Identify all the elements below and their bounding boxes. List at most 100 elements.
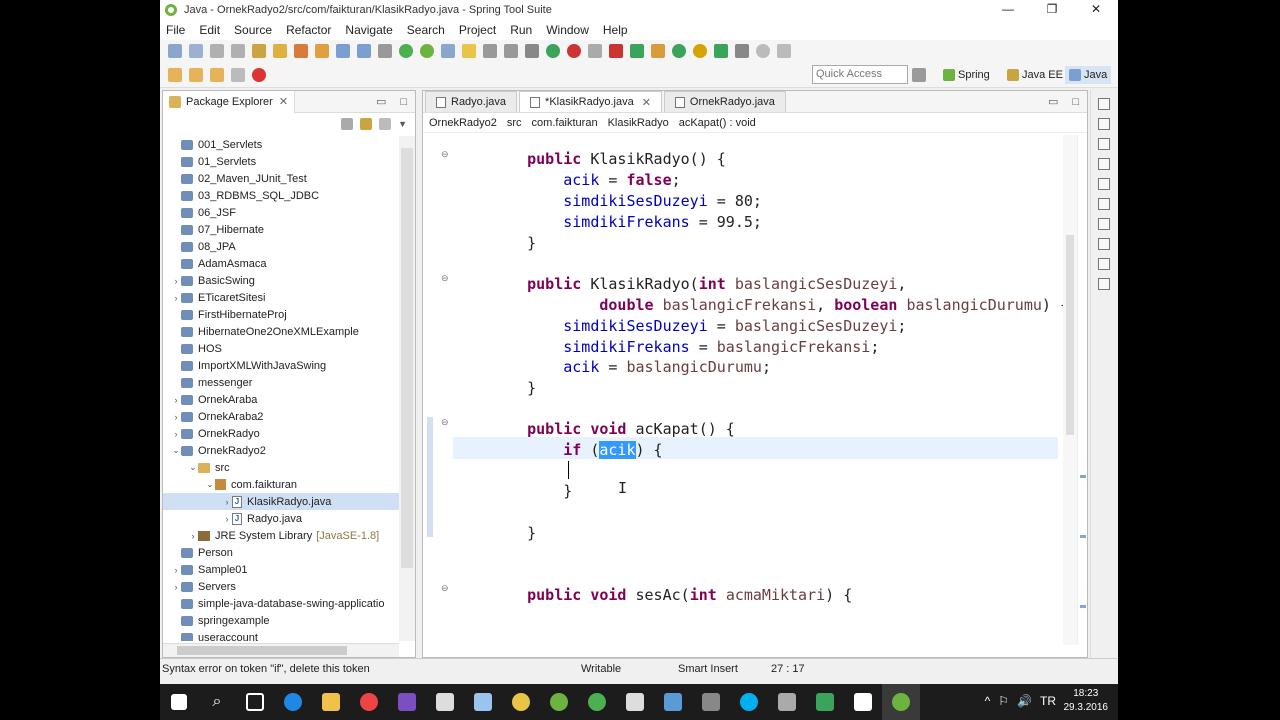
tree-item[interactable]: 02_Maven_JUnit_Test bbox=[163, 170, 399, 187]
occurrence-mark[interactable] bbox=[1080, 475, 1086, 478]
volume-icon[interactable]: 🔊 bbox=[1017, 694, 1032, 708]
menu-refactor[interactable]: Refactor bbox=[286, 23, 331, 37]
outline-icon[interactable] bbox=[1097, 118, 1110, 130]
tree-item[interactable]: › J Radyo.java bbox=[163, 510, 399, 527]
close-button[interactable]: ✕ bbox=[1074, 0, 1118, 20]
menu-search[interactable]: Search bbox=[407, 23, 445, 37]
editor-vertical-scrollbar[interactable] bbox=[1063, 135, 1077, 645]
progress-icon[interactable] bbox=[1097, 218, 1110, 230]
breadcrumb-project[interactable]: OrnekRadyo2 bbox=[429, 117, 497, 129]
tree-item[interactable]: › ETicaretSitesi bbox=[163, 289, 399, 306]
open-perspective-icon[interactable] bbox=[912, 68, 926, 82]
minimize-view-icon[interactable]: ▭ bbox=[1048, 95, 1058, 108]
link-with-editor-icon[interactable] bbox=[360, 118, 373, 130]
tree-item[interactable]: ⌄ com.faikturan bbox=[163, 476, 399, 493]
settings-icon[interactable] bbox=[735, 44, 749, 58]
tree-item[interactable]: AdamAsmaca bbox=[163, 255, 399, 272]
terminal-icon[interactable] bbox=[336, 44, 350, 58]
new-icon[interactable] bbox=[168, 44, 182, 58]
run-icon[interactable] bbox=[546, 44, 560, 58]
whitespace-icon[interactable] bbox=[504, 44, 518, 58]
tree-item[interactable]: 06_JSF bbox=[163, 204, 399, 221]
tree-item[interactable]: ⌄ src bbox=[163, 459, 399, 476]
breadcrumb-folder[interactable]: src bbox=[507, 117, 522, 129]
chevron-right-icon[interactable]: › bbox=[171, 565, 181, 575]
chevron-right-icon[interactable]: › bbox=[171, 582, 181, 592]
tree-item[interactable]: useraccount bbox=[163, 629, 399, 641]
taskbar-skype[interactable] bbox=[730, 684, 768, 720]
close-icon[interactable]: ✕ bbox=[279, 95, 288, 108]
new-dropdown-icon[interactable] bbox=[189, 44, 203, 58]
taskbar-app-gray[interactable] bbox=[692, 684, 730, 720]
tab-klasikradyo-java[interactable]: *KlasikRadyo.java ✕ bbox=[519, 91, 662, 112]
tree-item[interactable]: messenger bbox=[163, 374, 399, 391]
menu-run[interactable]: Run bbox=[510, 23, 532, 37]
collapse-all-icon[interactable] bbox=[341, 118, 354, 130]
taskbar-settings[interactable] bbox=[768, 684, 806, 720]
chevron-right-icon[interactable]: › bbox=[188, 531, 198, 541]
tree-item[interactable]: › BasicSwing bbox=[163, 272, 399, 289]
tree-item[interactable]: › J KlasikRadyo.java bbox=[163, 493, 399, 510]
package-explorer-tab[interactable]: Package Explorer ✕ bbox=[163, 90, 296, 113]
perspective-javaee[interactable]: Java EE bbox=[1007, 66, 1063, 84]
tree-item[interactable]: › Servers bbox=[163, 578, 399, 595]
previous-annotation-icon[interactable] bbox=[189, 67, 203, 82]
spring-boot-icon[interactable] bbox=[420, 44, 434, 58]
hierarchy-icon[interactable] bbox=[1097, 158, 1110, 170]
save-all-icon[interactable] bbox=[231, 44, 245, 58]
taskbar-edge[interactable] bbox=[274, 684, 312, 720]
save-icon[interactable] bbox=[210, 44, 224, 58]
start-button[interactable] bbox=[160, 684, 198, 720]
skip-breakpoints-icon[interactable] bbox=[378, 44, 392, 58]
tree-item[interactable]: › Sample01 bbox=[163, 561, 399, 578]
menu-project[interactable]: Project bbox=[459, 23, 496, 37]
stop-icon[interactable] bbox=[609, 44, 623, 58]
maximize-view-icon[interactable]: □ bbox=[1072, 96, 1079, 108]
maximize-button[interactable]: ❐ bbox=[1030, 0, 1074, 20]
occurrence-mark[interactable] bbox=[1080, 535, 1086, 538]
task-list-icon[interactable] bbox=[1097, 98, 1110, 110]
task-icon[interactable] bbox=[315, 44, 329, 58]
open-folder-icon[interactable] bbox=[273, 44, 287, 58]
fold-collapse-icon[interactable]: ⊖ bbox=[441, 273, 449, 284]
problems-icon[interactable] bbox=[1097, 138, 1110, 150]
terminate-icon[interactable] bbox=[777, 44, 791, 58]
search-icon[interactable] bbox=[1097, 238, 1110, 250]
block-select-icon[interactable] bbox=[483, 44, 497, 58]
tree-item[interactable]: HOS bbox=[163, 340, 399, 357]
occurrence-mark[interactable] bbox=[1080, 605, 1086, 608]
new-class-icon[interactable] bbox=[672, 44, 686, 58]
language-indicator[interactable]: TR bbox=[1040, 694, 1056, 708]
debug-icon[interactable] bbox=[525, 44, 539, 58]
taskbar-android[interactable] bbox=[578, 684, 616, 720]
tree-vertical-scrollbar[interactable] bbox=[399, 136, 415, 641]
menu-navigate[interactable]: Navigate bbox=[345, 23, 392, 37]
console-icon[interactable] bbox=[357, 44, 371, 58]
javadoc-icon[interactable] bbox=[1097, 178, 1110, 190]
tree-item[interactable]: FirstHibernateProj bbox=[163, 306, 399, 323]
start-server-icon[interactable] bbox=[399, 44, 413, 58]
taskbar-box[interactable] bbox=[464, 684, 502, 720]
highlight-icon[interactable] bbox=[462, 44, 476, 58]
console-view-icon[interactable] bbox=[1097, 258, 1110, 270]
run-last-icon[interactable] bbox=[714, 44, 728, 58]
taskbar-camtasia[interactable] bbox=[806, 684, 844, 720]
tree-item[interactable]: › OrnekRadyo bbox=[163, 425, 399, 442]
chevron-right-icon[interactable]: › bbox=[171, 276, 181, 286]
next-annotation-icon[interactable] bbox=[168, 67, 182, 82]
chevron-down-icon[interactable]: ⌄ bbox=[188, 462, 198, 473]
taskbar-app-yellow[interactable] bbox=[502, 684, 540, 720]
tree-item[interactable]: ⌄ OrnekRadyo2 bbox=[163, 442, 399, 459]
tree-item[interactable]: 07_Hibernate bbox=[163, 221, 399, 238]
taskbar-sts-active[interactable] bbox=[882, 684, 920, 720]
tray-chevron-icon[interactable]: ^ bbox=[985, 694, 991, 708]
menu-file[interactable]: File bbox=[166, 23, 185, 37]
forward-icon[interactable] bbox=[231, 67, 245, 82]
wand-icon[interactable] bbox=[294, 44, 308, 58]
new-interface-icon[interactable] bbox=[693, 44, 707, 58]
taskbar-calculator[interactable] bbox=[426, 684, 464, 720]
chevron-right-icon[interactable]: › bbox=[171, 429, 181, 439]
perspective-java[interactable]: Java bbox=[1065, 66, 1112, 84]
tree-item[interactable]: 08_JPA bbox=[163, 238, 399, 255]
taskbar-search[interactable]: ⌕ bbox=[198, 684, 236, 720]
